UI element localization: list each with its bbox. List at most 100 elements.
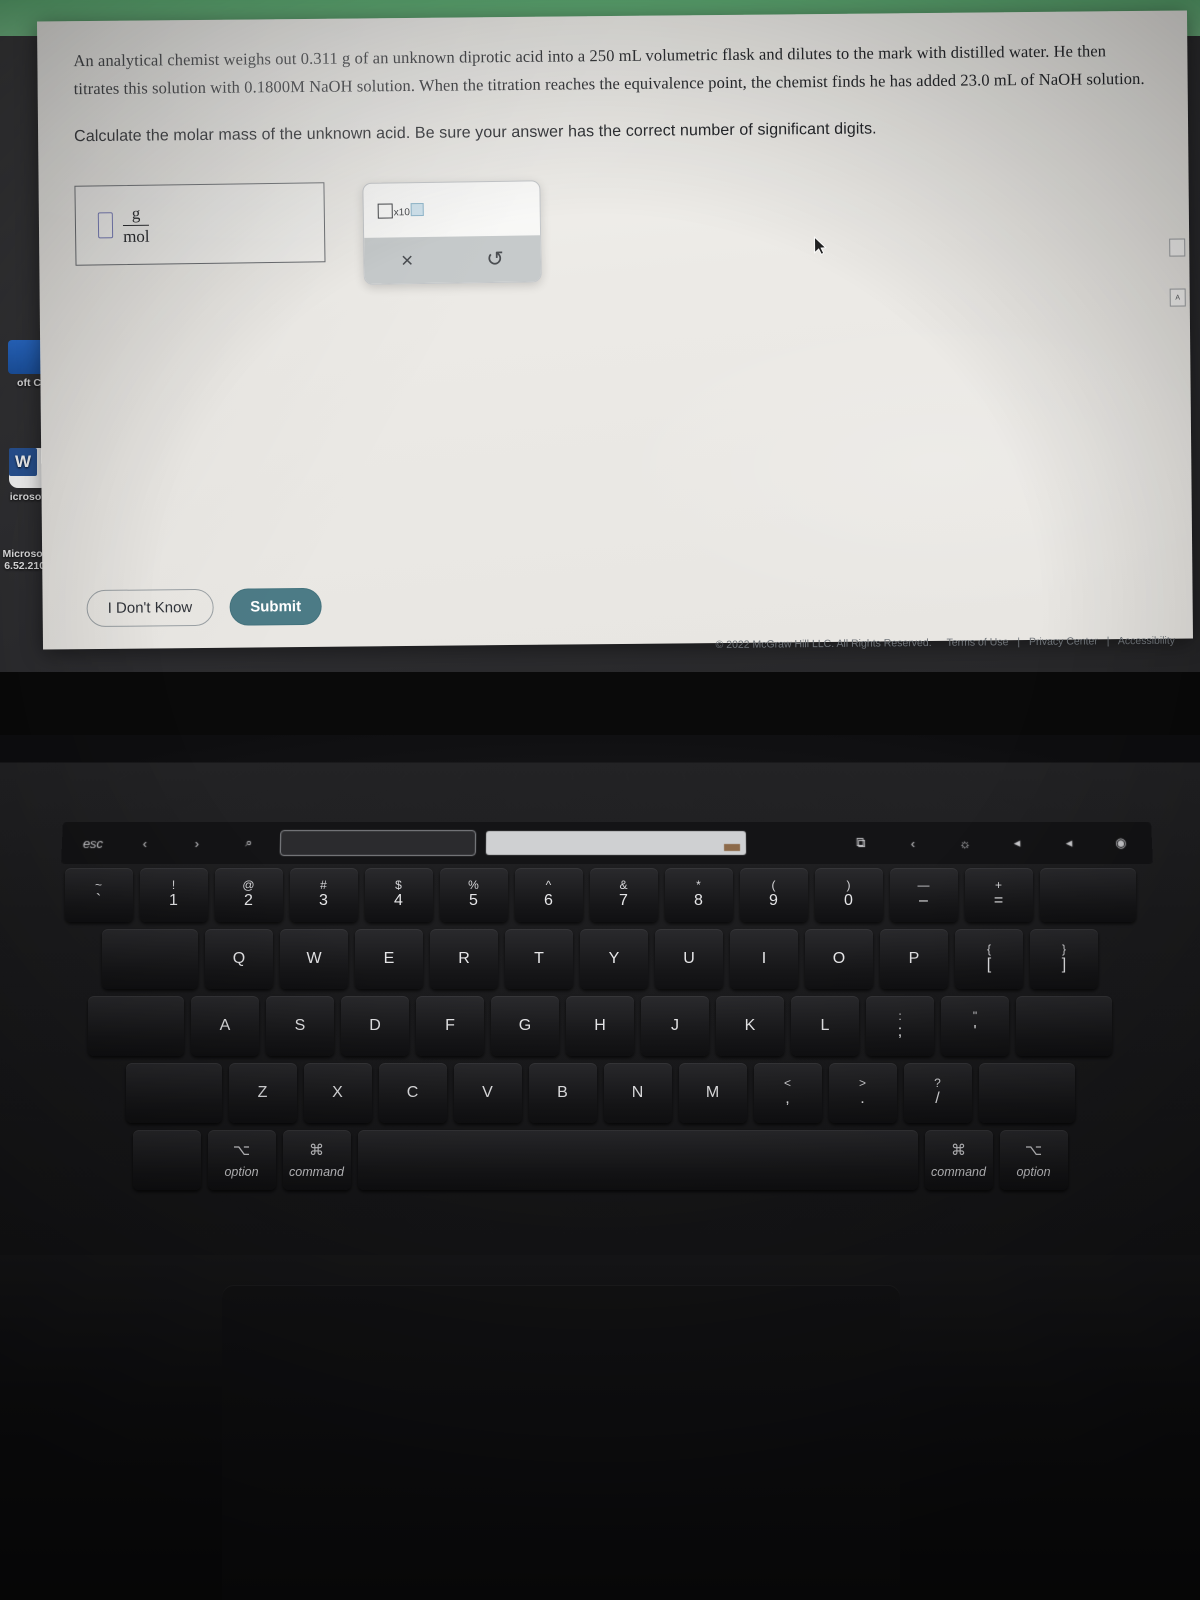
- key-space[interactable]: [357, 1130, 918, 1190]
- touchbar-mute-icon[interactable]: ◂: [1048, 835, 1091, 851]
- key-semicolon[interactable]: :;: [866, 996, 934, 1056]
- key-label: [: [986, 956, 992, 974]
- key-k[interactable]: K: [716, 996, 784, 1056]
- answer-input[interactable]: g mol: [74, 182, 326, 267]
- touchbar-collapse-icon[interactable]: ‹: [892, 836, 934, 851]
- key-caps-lock[interactable]: [88, 996, 184, 1056]
- touchbar-suggestion-strip[interactable]: [485, 831, 747, 855]
- touch-bar: esc ‹ › ⌕ ⧉ ‹ ☼ ◂ ◂ ◉: [61, 822, 1153, 864]
- key-return[interactable]: [1016, 996, 1112, 1056]
- key-option-right[interactable]: ⌥ option: [999, 1130, 1068, 1190]
- key-p[interactable]: P: [880, 929, 948, 989]
- action-buttons: I Don't Know Submit: [86, 587, 323, 628]
- touchbar-new-tab-icon[interactable]: ⧉: [840, 835, 882, 851]
- key-v[interactable]: V: [453, 1063, 522, 1123]
- key-label: 8: [694, 892, 703, 910]
- key-delete[interactable]: [1039, 868, 1136, 922]
- terms-of-use-link[interactable]: Terms of Use: [946, 636, 1008, 649]
- touchbar-siri-icon[interactable]: ◉: [1100, 835, 1143, 851]
- key-num-1[interactable]: ! 1: [139, 868, 208, 922]
- sidebar-edge-icon-1[interactable]: [1169, 238, 1186, 257]
- key-j[interactable]: J: [641, 996, 709, 1056]
- touchbar-search-icon[interactable]: ⌕: [228, 835, 270, 851]
- touchbar-esc-key[interactable]: esc: [72, 836, 115, 851]
- key-tab[interactable]: [102, 929, 198, 989]
- key-comma[interactable]: <,: [753, 1063, 822, 1123]
- key-o[interactable]: O: [805, 929, 873, 989]
- key-command-left[interactable]: ⌘ command: [282, 1130, 351, 1190]
- key-g[interactable]: G: [491, 996, 559, 1056]
- key-label: W: [306, 949, 322, 967]
- key-w[interactable]: W: [280, 929, 348, 989]
- key-bracket-right[interactable]: }]: [1030, 929, 1098, 989]
- touchbar-input-field[interactable]: [279, 830, 477, 856]
- trackpad[interactable]: [222, 1285, 900, 1600]
- key-m[interactable]: M: [678, 1063, 747, 1123]
- key-num-4[interactable]: $4: [364, 868, 433, 922]
- key-n[interactable]: N: [603, 1063, 672, 1123]
- key-e[interactable]: E: [355, 929, 423, 989]
- touchbar-back-icon[interactable]: ‹: [124, 836, 167, 851]
- key-num-0[interactable]: ~ `: [64, 868, 133, 922]
- key-command-right[interactable]: ⌘ command: [924, 1130, 993, 1190]
- key-b[interactable]: B: [528, 1063, 597, 1123]
- mantissa-box-icon: [377, 203, 393, 219]
- touchbar-brightness-icon[interactable]: ☼: [944, 836, 986, 851]
- scientific-notation-button[interactable]: x10: [377, 202, 424, 219]
- key-f[interactable]: F: [416, 996, 484, 1056]
- key-num-11[interactable]: — –: [889, 868, 958, 922]
- key-shift-left[interactable]: [125, 1063, 222, 1123]
- key-label: P: [908, 949, 920, 967]
- key-num-7[interactable]: & 7: [589, 868, 658, 922]
- clear-button[interactable]: ×: [401, 249, 414, 272]
- key-u[interactable]: U: [655, 929, 723, 989]
- key-y[interactable]: Y: [580, 929, 648, 989]
- option-symbol-icon: ⌥: [232, 1142, 251, 1159]
- key-label: 1: [169, 892, 178, 910]
- answer-area: g mol x10 × ↺: [74, 175, 1154, 287]
- key-num-6[interactable]: ^ 6: [514, 868, 583, 922]
- key-num-10[interactable]: ) 0: [814, 868, 883, 922]
- sci-notation-label: x10: [393, 206, 410, 219]
- key-d[interactable]: D: [341, 996, 409, 1056]
- key-c[interactable]: C: [378, 1063, 447, 1123]
- key-s[interactable]: S: [266, 996, 334, 1056]
- key-shift-label: {: [986, 942, 991, 957]
- key-h[interactable]: H: [566, 996, 634, 1056]
- key-x[interactable]: X: [303, 1063, 372, 1123]
- key-t[interactable]: T: [505, 929, 573, 989]
- key-shift-right[interactable]: [978, 1063, 1075, 1123]
- key-a[interactable]: A: [191, 996, 259, 1056]
- key-period[interactable]: >.: [828, 1063, 897, 1123]
- key-quote[interactable]: " ': [941, 996, 1009, 1056]
- answer-placeholder-box[interactable]: [97, 212, 114, 239]
- key-z[interactable]: Z: [228, 1063, 297, 1123]
- key-control[interactable]: [132, 1130, 201, 1190]
- accessibility-link[interactable]: Accessibility: [1118, 635, 1175, 648]
- touchbar-forward-icon[interactable]: ›: [176, 836, 218, 851]
- key-slash[interactable]: ? /: [903, 1063, 972, 1123]
- problem-paragraph-1: An analytical chemist weighs out 0.311 g…: [73, 41, 1145, 98]
- key-l[interactable]: L: [791, 996, 859, 1056]
- key-option-left[interactable]: ⌥ option: [207, 1130, 276, 1190]
- key-label: =: [993, 892, 1004, 910]
- key-bracket-left[interactable]: {[: [955, 929, 1023, 989]
- key-label: G: [518, 1016, 532, 1034]
- key-num-9[interactable]: (9: [739, 868, 808, 922]
- copyright-text: © 2022 McGraw Hill LLC. All Rights Reser…: [715, 636, 932, 652]
- submit-button[interactable]: Submit: [229, 587, 323, 626]
- key-label: 2: [244, 892, 253, 910]
- key-num-12[interactable]: + =: [964, 868, 1033, 922]
- dont-know-button[interactable]: I Don't Know: [86, 588, 214, 628]
- key-q[interactable]: Q: [205, 929, 273, 989]
- key-num-2[interactable]: @2: [214, 868, 283, 922]
- key-r[interactable]: R: [430, 929, 498, 989]
- key-i[interactable]: I: [730, 929, 798, 989]
- key-num-8[interactable]: * 8: [664, 868, 733, 922]
- key-num-3[interactable]: #3: [289, 868, 358, 922]
- undo-button[interactable]: ↺: [486, 248, 504, 271]
- privacy-center-link[interactable]: Privacy Center: [1029, 635, 1098, 648]
- touchbar-volume-icon[interactable]: ◂: [996, 835, 1039, 851]
- key-num-5[interactable]: % 5: [439, 868, 508, 922]
- sidebar-edge-icon-2[interactable]: A: [1169, 288, 1186, 307]
